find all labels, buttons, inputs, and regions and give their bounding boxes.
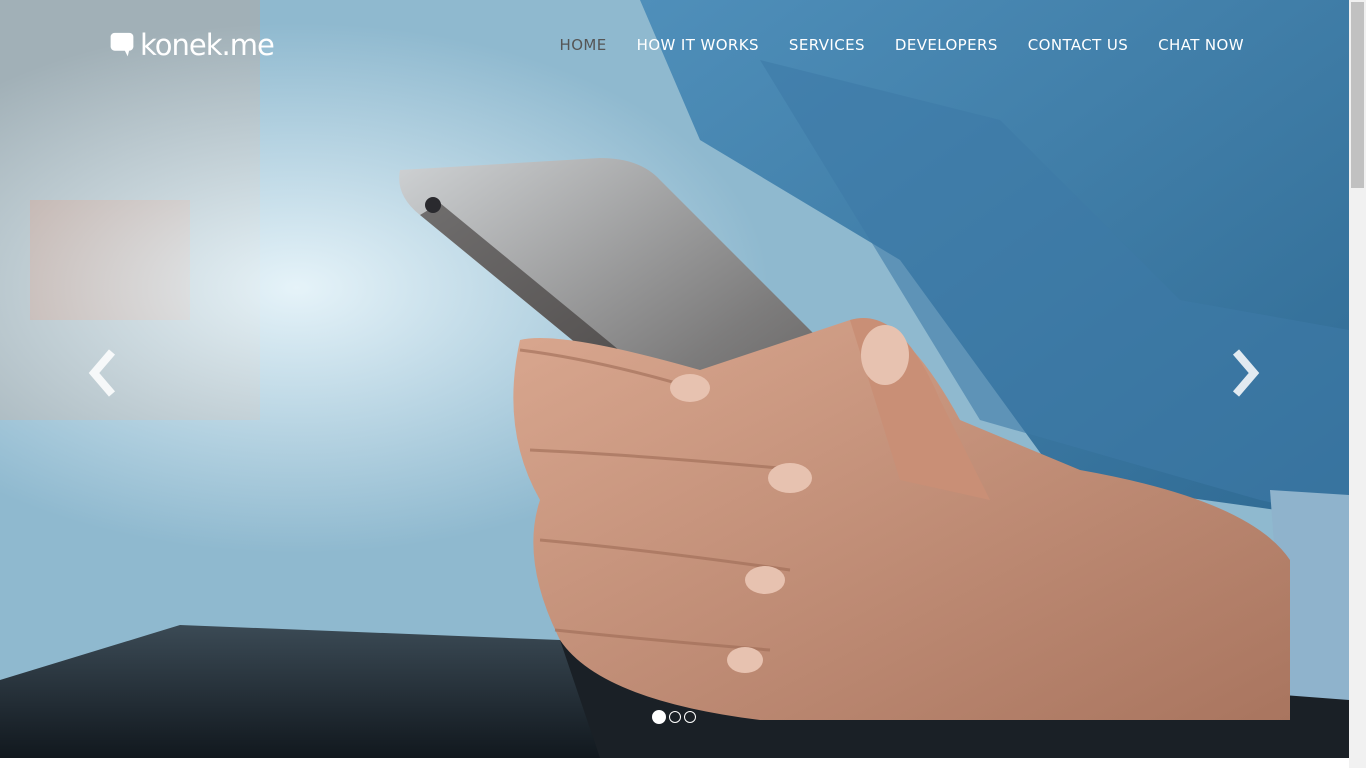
nav-home[interactable]: HOME — [545, 36, 622, 54]
scrollbar-thumb[interactable] — [1351, 2, 1364, 188]
chat-bubble-icon — [110, 32, 134, 57]
nav-services[interactable]: SERVICES — [774, 36, 880, 54]
nav-how-it-works[interactable]: HOW IT WORKS — [622, 36, 774, 54]
nav-developers[interactable]: DEVELOPERS — [880, 36, 1013, 54]
carousel-indicator-3[interactable] — [684, 711, 696, 723]
carousel-indicator-2[interactable] — [669, 711, 681, 723]
carousel-prev-button[interactable] — [84, 348, 120, 398]
page-content-edge — [0, 758, 1349, 768]
chevron-right-icon — [1232, 349, 1260, 397]
hero-carousel: konek.me HOME HOW IT WORKS SERVICES DEVE… — [0, 0, 1349, 758]
hero-photo — [0, 0, 1349, 758]
nav-chat-now[interactable]: CHAT NOW — [1143, 36, 1244, 54]
main-nav: HOME HOW IT WORKS SERVICES DEVELOPERS CO… — [545, 36, 1244, 54]
carousel-next-button[interactable] — [1228, 348, 1264, 398]
brand-logo[interactable]: konek.me — [107, 28, 275, 62]
chevron-left-icon — [88, 349, 116, 397]
carousel-indicator-1[interactable] — [652, 710, 666, 724]
nav-contact-us[interactable]: CONTACT US — [1013, 36, 1143, 54]
carousel-indicators — [652, 710, 696, 724]
vertical-scrollbar[interactable] — [1349, 0, 1366, 768]
page: konek.me HOME HOW IT WORKS SERVICES DEVE… — [0, 0, 1349, 768]
brand-name: konek.me — [140, 28, 275, 62]
